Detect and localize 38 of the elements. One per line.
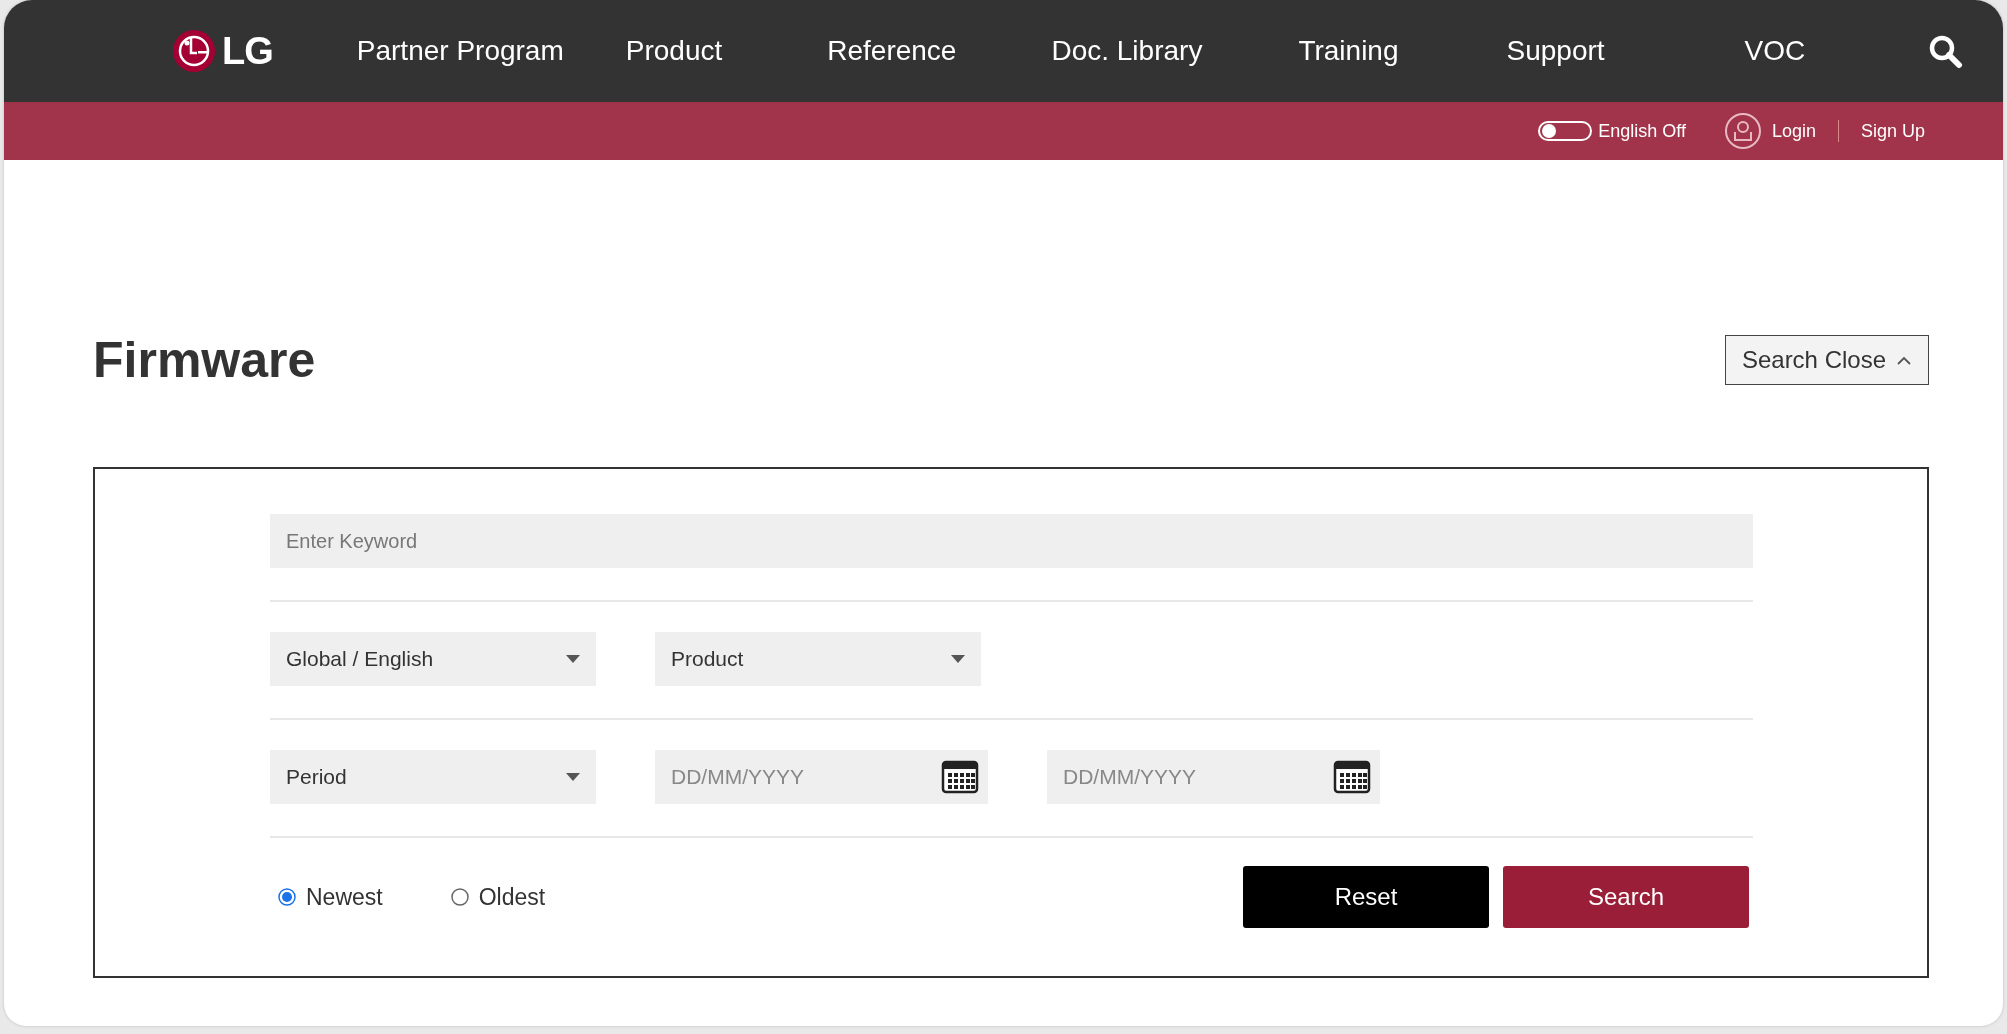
chevron-up-icon (1896, 355, 1912, 365)
dropdown[interactable]: Global / English (270, 632, 596, 686)
nav-link[interactable]: VOC (1744, 35, 1806, 67)
language-label: English Off (1598, 120, 1686, 142)
nav-link[interactable]: Doc. Library (1051, 35, 1203, 67)
keyword-field[interactable]: Enter Keyword (270, 514, 1753, 568)
nav-link[interactable]: Training (1298, 35, 1399, 67)
search-button[interactable]: Search (1503, 866, 1749, 928)
page-title: Firmware (93, 331, 316, 389)
dropdown[interactable]: Period (270, 750, 596, 804)
nav-link[interactable]: Support (1506, 35, 1605, 67)
dropdown-value: Global / English (286, 647, 434, 671)
logo-icon[interactable] (172, 29, 216, 73)
caret-icon (951, 655, 965, 663)
search-icon[interactable] (1927, 33, 1963, 69)
date-field[interactable]: DD/MM/YYYY (655, 750, 988, 804)
dropdown-value: Product (671, 647, 744, 671)
dropdown[interactable]: Product (655, 632, 981, 686)
nav-link[interactable]: Product (625, 35, 723, 67)
nav-link[interactable]: Partner Program (356, 35, 564, 67)
language-toggle[interactable] (1538, 121, 1593, 141)
user-icon[interactable] (1723, 112, 1762, 150)
calendar-icon[interactable] (1332, 759, 1372, 795)
login-link[interactable]: Login (1771, 120, 1816, 142)
logo-text[interactable]: LG (222, 29, 273, 73)
radio-button[interactable] (278, 888, 296, 906)
date-field[interactable]: DD/MM/YYYY (1047, 750, 1380, 804)
sort-radio[interactable]: Newest (278, 883, 383, 911)
dropdown-value: Period (286, 765, 347, 789)
sort-radio[interactable]: Oldest (450, 883, 546, 911)
calendar-icon[interactable] (940, 759, 980, 795)
nav-link[interactable]: Reference (827, 35, 957, 67)
caret-icon (566, 773, 580, 781)
reset-button[interactable]: Reset (1243, 866, 1489, 928)
radio-button[interactable] (450, 888, 469, 906)
search-close-button[interactable]: Search Close (1724, 335, 1929, 385)
sign-up-link[interactable]: Sign Up (1860, 120, 1925, 142)
caret-icon (566, 655, 580, 663)
